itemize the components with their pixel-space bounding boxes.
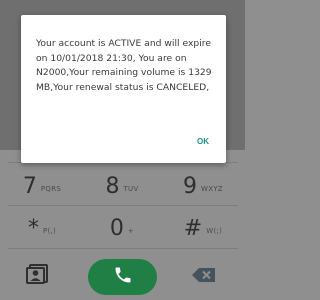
key-digit: 9 (183, 173, 197, 199)
backspace-icon (191, 267, 217, 287)
key-0[interactable]: 0 + (82, 208, 162, 248)
key-letters: + (127, 227, 135, 235)
key-8[interactable]: 8 TUV (82, 166, 162, 206)
key-7[interactable]: 7 PQRS (2, 166, 82, 206)
key-hash[interactable]: # W(;) (163, 208, 243, 248)
key-digit: # (183, 215, 203, 241)
key-digit: 0 (109, 215, 124, 241)
key-digit: 7 (22, 173, 37, 199)
key-star[interactable]: * P(,) (2, 208, 82, 248)
backspace-button[interactable] (188, 266, 220, 288)
divider (8, 248, 238, 249)
key-letters: W(;) (206, 227, 223, 235)
ussd-dialog: Your account is ACTIVE and will expire o… (21, 15, 226, 163)
contacts-icon (25, 263, 49, 289)
dialer-action-bar (0, 253, 245, 300)
ok-button[interactable]: OK (194, 135, 212, 148)
key-digit: * (27, 215, 39, 241)
dialog-message: Your account is ACTIVE and will expire o… (36, 38, 212, 93)
contacts-button[interactable] (22, 264, 52, 288)
key-letters: P(,) (42, 227, 57, 235)
call-button[interactable] (88, 259, 157, 295)
key-9[interactable]: 9 WXYZ (163, 166, 243, 206)
key-letters: PQRS (40, 185, 62, 193)
phone-icon (113, 265, 133, 289)
key-digit: 8 (105, 173, 120, 199)
divider (8, 205, 238, 206)
key-letters: WXYZ (201, 185, 223, 193)
key-letters: TUV (123, 185, 139, 193)
